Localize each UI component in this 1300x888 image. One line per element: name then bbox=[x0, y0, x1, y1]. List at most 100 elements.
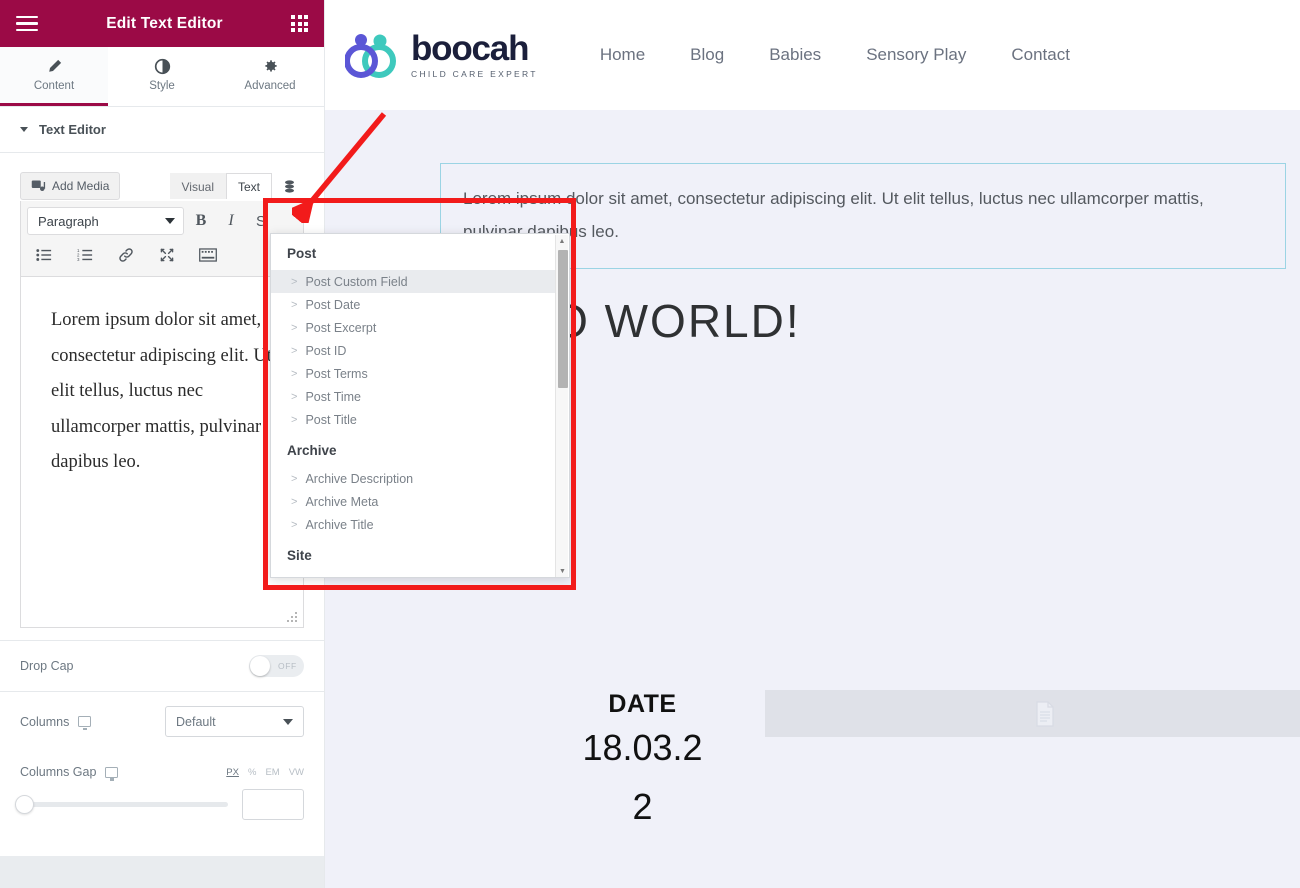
contrast-icon bbox=[154, 58, 170, 75]
date-value: 18.03.2 bbox=[582, 727, 703, 768]
section-text-editor-header[interactable]: Text Editor bbox=[0, 107, 324, 153]
slider-handle[interactable] bbox=[15, 795, 34, 814]
control-columns-gap: Columns Gap PX % EM VW bbox=[0, 751, 324, 783]
item-label: Archive Description bbox=[305, 471, 414, 486]
tab-content[interactable]: Content bbox=[0, 47, 108, 106]
dynamic-tag-post-title[interactable]: > Post Title bbox=[271, 408, 555, 431]
item-label: Post Time bbox=[305, 389, 362, 404]
item-label: Post Date bbox=[305, 297, 361, 312]
link-button[interactable] bbox=[113, 242, 139, 268]
dynamic-tag-post-terms[interactable]: > Post Terms bbox=[271, 362, 555, 385]
dynamic-tag-post-time[interactable]: > Post Time bbox=[271, 385, 555, 408]
media-placeholder[interactable] bbox=[765, 690, 1300, 737]
drop-cap-state: OFF bbox=[278, 661, 297, 671]
dynamic-tag-archive-title[interactable]: > Archive Title bbox=[271, 513, 555, 536]
tab-content-label: Content bbox=[33, 80, 75, 92]
chevron-right-icon: > bbox=[291, 495, 298, 508]
svg-text:3: 3 bbox=[77, 257, 80, 262]
strikethrough-button[interactable]: S bbox=[248, 208, 274, 234]
chevron-down-icon bbox=[283, 718, 293, 725]
unit-em[interactable]: EM bbox=[265, 767, 279, 778]
nav-item-babies[interactable]: Babies bbox=[769, 45, 821, 65]
add-media-button[interactable]: Add Media bbox=[20, 172, 121, 200]
item-label: Post Title bbox=[305, 412, 357, 427]
group-title-archive: Archive bbox=[287, 443, 337, 458]
caret-up-icon[interactable]: ▲ bbox=[556, 235, 568, 248]
chevron-right-icon: > bbox=[291, 344, 298, 357]
dynamic-tag-post-excerpt[interactable]: > Post Excerpt bbox=[271, 316, 555, 339]
format-select[interactable]: Paragraph bbox=[27, 207, 184, 235]
drop-cap-toggle[interactable]: OFF bbox=[249, 655, 304, 677]
bulleted-list-button[interactable] bbox=[31, 242, 57, 268]
database-stack-icon bbox=[284, 179, 294, 193]
desktop-icon[interactable] bbox=[105, 766, 119, 781]
text-editor-content: Lorem ipsum dolor sit amet, consectetur … bbox=[51, 310, 272, 473]
section-title: Text Editor bbox=[39, 122, 106, 137]
dynamic-tags-button[interactable] bbox=[274, 172, 304, 200]
columns-gap-slider[interactable] bbox=[15, 795, 228, 814]
hamburger-icon[interactable] bbox=[16, 15, 38, 32]
italic-button[interactable]: I bbox=[218, 208, 244, 234]
date-value-overflow: 2 bbox=[632, 786, 653, 827]
unit-vw[interactable]: VW bbox=[289, 767, 304, 778]
pencil-icon bbox=[48, 59, 61, 72]
unit-px[interactable]: PX bbox=[226, 767, 239, 778]
columns-select-value: Default bbox=[176, 714, 216, 729]
item-label: Post ID bbox=[305, 343, 347, 358]
item-label: Archive Meta bbox=[305, 494, 379, 509]
nav-item-sensory-play[interactable]: Sensory Play bbox=[866, 45, 966, 65]
panel-header: Edit Text Editor bbox=[0, 0, 324, 47]
control-drop-cap: Drop Cap OFF bbox=[0, 640, 324, 691]
item-label: Post Custom Field bbox=[305, 274, 408, 289]
numbered-list-button[interactable]: 123 bbox=[72, 242, 98, 268]
add-media-label: Add Media bbox=[52, 179, 110, 193]
dynamic-tags-dropdown[interactable]: Post > Post Custom Field > Post Date > P… bbox=[270, 233, 570, 578]
bold-button[interactable]: B bbox=[188, 208, 214, 234]
fullscreen-button[interactable] bbox=[154, 242, 180, 268]
caret-down-icon[interactable]: ▼ bbox=[556, 565, 569, 577]
toolbar-toggle-button[interactable] bbox=[195, 242, 221, 268]
chevron-right-icon: > bbox=[291, 298, 298, 311]
format-select-value: Paragraph bbox=[38, 213, 99, 229]
apps-grid-icon[interactable] bbox=[291, 15, 308, 32]
chevron-right-icon: > bbox=[291, 275, 298, 288]
dynamic-tag-archive-meta[interactable]: > Archive Meta bbox=[271, 490, 555, 513]
nav-item-home[interactable]: Home bbox=[600, 45, 645, 65]
control-columns: Columns Default bbox=[0, 691, 324, 751]
text-editor-textarea[interactable]: Lorem ipsum dolor sit amet, consectetur … bbox=[20, 277, 304, 628]
tab-visual[interactable]: Visual bbox=[169, 173, 226, 199]
dynamic-tag-post-custom-field[interactable]: > Post Custom Field bbox=[271, 270, 555, 293]
nav-item-blog[interactable]: Blog bbox=[690, 45, 724, 65]
site-header: boocah CHILD CARE EXPERT Home Blog Babie… bbox=[325, 0, 1300, 110]
columns-gap-input[interactable] bbox=[242, 789, 304, 820]
drop-cap-label: Drop Cap bbox=[20, 659, 74, 673]
resize-handle-icon[interactable] bbox=[285, 610, 299, 624]
nav-item-contact[interactable]: Contact bbox=[1011, 45, 1070, 65]
dropdown-scrollbar[interactable]: ▲ ▼ bbox=[555, 235, 569, 577]
tab-text[interactable]: Text bbox=[225, 173, 272, 199]
link-icon bbox=[119, 248, 133, 262]
dynamic-tag-post-date[interactable]: > Post Date bbox=[271, 293, 555, 316]
desktop-icon[interactable] bbox=[78, 716, 92, 730]
tab-advanced[interactable]: Advanced bbox=[216, 47, 324, 106]
panel-tabs: Content Style Advanced bbox=[0, 47, 324, 107]
fullscreen-icon bbox=[160, 248, 174, 262]
dynamic-tag-archive-description[interactable]: > Archive Description bbox=[271, 467, 555, 490]
brand-name: boocah bbox=[411, 29, 529, 68]
scrollbar-thumb[interactable] bbox=[557, 250, 568, 388]
site-navigation: Home Blog Babies Sensory Play Contact bbox=[600, 45, 1070, 65]
date-label: DATE bbox=[608, 690, 677, 718]
columns-gap-slider-row bbox=[0, 783, 324, 840]
chevron-down-icon bbox=[20, 127, 28, 132]
document-icon bbox=[1036, 700, 1054, 727]
bulleted-list-icon bbox=[36, 249, 52, 261]
wp-editor-toolbar: Paragraph B I S 1 2 3 bbox=[20, 201, 304, 277]
chevron-down-icon bbox=[165, 218, 175, 224]
site-logo[interactable]: boocah CHILD CARE EXPERT bbox=[345, 31, 538, 79]
unit-percent[interactable]: % bbox=[248, 767, 256, 778]
dynamic-tag-post-id[interactable]: > Post ID bbox=[271, 339, 555, 362]
columns-select[interactable]: Default bbox=[165, 706, 304, 737]
wp-editor-topbar: Add Media Visual Text bbox=[20, 171, 304, 201]
chevron-right-icon: > bbox=[291, 413, 298, 426]
tab-style[interactable]: Style bbox=[108, 47, 216, 106]
